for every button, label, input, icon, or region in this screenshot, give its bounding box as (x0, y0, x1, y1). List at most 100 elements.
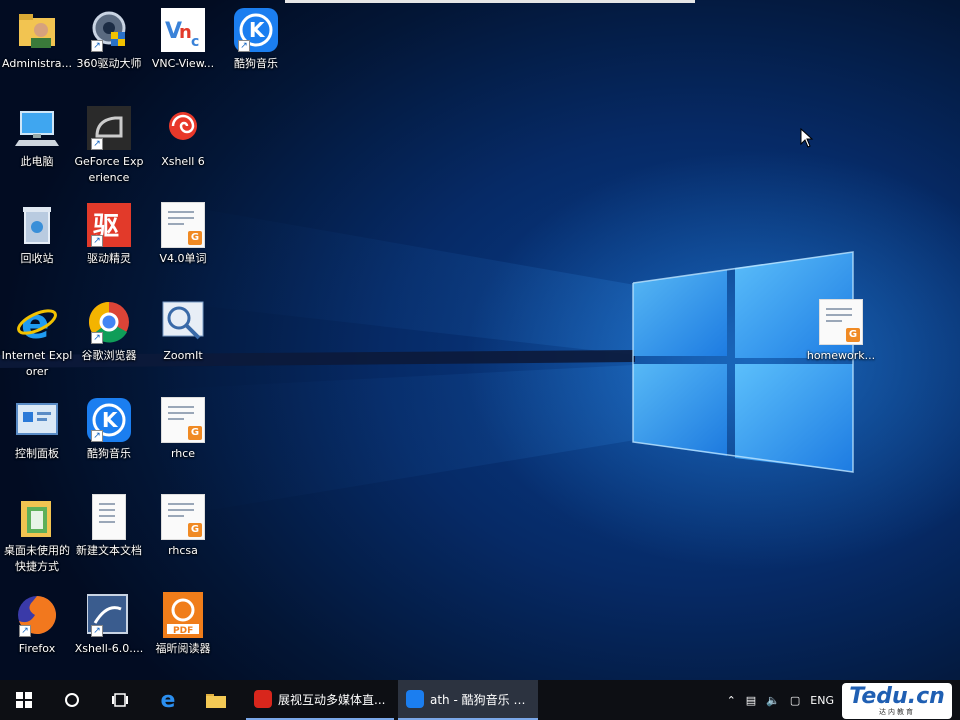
desktop-icon-label: Xshell 6 (161, 155, 205, 168)
task-view-icon (112, 693, 128, 707)
desktop-icon-label: 360驱动大师 (76, 57, 142, 70)
folder-icon (206, 694, 226, 708)
windows-logo-icon (16, 692, 32, 708)
desktop-icon[interactable]: ZoomIt (146, 298, 220, 364)
desktop-icon-label: rhcsa (168, 544, 198, 557)
document-icon: G (159, 201, 207, 249)
kugou-icon (406, 690, 424, 708)
desktop-icon-label: 新建文本文档 (76, 544, 142, 557)
desktop-icon[interactable]: e Internet Explorer (0, 298, 74, 380)
xshell-icon (159, 104, 207, 152)
desktop-icon[interactable]: Grhce (146, 396, 220, 462)
recycle-bin-icon (13, 201, 61, 249)
desktop-icon[interactable]: G V4.0单词 (146, 201, 220, 267)
desktop-icon[interactable]: K ↗ 酷狗音乐 (72, 396, 146, 462)
edge-icon: e (160, 687, 176, 713)
search-circle-icon (65, 693, 79, 707)
chrome-icon: ↗ (85, 298, 133, 346)
desktop-icon[interactable]: 回收站 (0, 201, 74, 267)
foxit-icon: PDF (159, 591, 207, 639)
foxit-badge-icon: G (188, 426, 202, 440)
desktop-icon[interactable]: ↗ Xshell-6.0.... (72, 591, 146, 657)
shortcut-arrow-icon: ↗ (91, 625, 103, 637)
svg-text:n: n (179, 22, 192, 43)
language-indicator[interactable]: ENG (810, 694, 834, 707)
desktop-icon[interactable]: 驱 ↗ 驱动精灵 (72, 201, 146, 267)
desktop-icon[interactable]: Xshell 6 (146, 104, 220, 170)
taskbar-app-button[interactable]: 展视互动多媒体直... (246, 680, 394, 720)
desktop-icon[interactable]: 此电脑 (0, 104, 74, 170)
computer-icon (13, 104, 61, 152)
document-icon: G (817, 298, 865, 346)
desktop-icon-label: 谷歌浏览器 (81, 349, 137, 362)
desktop-icon-label: 酷狗音乐 (87, 447, 131, 460)
shortcut-arrow-icon: ↗ (91, 40, 103, 52)
cortana-button[interactable] (48, 680, 96, 720)
desktop-icon-label: 此电脑 (20, 155, 54, 168)
system-tray: ⌃ ▤ 🔈 ▢ ENG Tedu.cn 达内教育 (722, 680, 960, 720)
edge-taskbar-button[interactable]: e (144, 680, 192, 720)
svg-text:PDF: PDF (173, 626, 193, 636)
document-icon: G (159, 396, 207, 444)
ie-icon: e (13, 298, 61, 346)
desktop-icon-label: rhce (170, 447, 196, 460)
file-explorer-button[interactable] (192, 680, 240, 720)
shortcut-arrow-icon: ↗ (91, 430, 103, 442)
taskbar-app-label: ath - 酷狗音乐 Kel... (430, 692, 530, 707)
taskbar-app-button[interactable]: ath - 酷狗音乐 Kel... (398, 680, 538, 720)
desktop-icon[interactable]: Vn c VNC-View... (146, 6, 220, 72)
svg-text:K: K (249, 18, 266, 42)
svg-text:K: K (102, 408, 119, 432)
desktop-icon[interactable]: 桌面未使用的快捷方式 (0, 493, 74, 575)
desktop-icon-label: VNC-View... (151, 57, 215, 70)
desktop-icon[interactable]: PDF 福昕阅读器 (146, 591, 220, 657)
desktop-icon[interactable]: 控制面板 (0, 396, 74, 462)
desktop-icon[interactable]: K ↗ 酷狗音乐 (219, 6, 293, 72)
taskbar-app-label: 展视互动多媒体直... (278, 692, 386, 707)
foxit-badge-icon: G (188, 231, 202, 245)
desktop-icon-label: homework... (806, 349, 876, 362)
desktop-icon[interactable]: Grhcsa (146, 493, 220, 559)
shortcut-arrow-icon: ↗ (91, 332, 103, 344)
xshell-setup-icon: ↗ (85, 591, 133, 639)
desktop-icon-label: 驱动精灵 (87, 252, 131, 265)
desktop-icon-label: Xshell-6.0.... (74, 642, 144, 655)
live-icon (254, 690, 272, 708)
desktop-icon[interactable]: ↗ 谷歌浏览器 (72, 298, 146, 364)
desktop-icon[interactable]: Administra... (0, 6, 74, 72)
control-panel-icon (13, 396, 61, 444)
desktop-icon-label: 福昕阅读器 (155, 642, 211, 655)
desktop-icon[interactable]: ↗ Firefox (0, 591, 74, 657)
desktop-icon-label: GeForce Experience (74, 155, 144, 184)
folder-icon (13, 493, 61, 541)
desktop-icon-label: 酷狗音乐 (234, 57, 278, 70)
ime-icon[interactable]: ▢ (790, 694, 800, 707)
firefox-icon: ↗ (13, 591, 61, 639)
desktop-icon[interactable]: ↗ 360驱动大师 (72, 6, 146, 72)
driver-genius-icon: 驱 ↗ (85, 201, 133, 249)
kugou-icon: K ↗ (85, 396, 133, 444)
svg-text:e: e (21, 300, 50, 344)
vnc-icon: Vnc (159, 6, 207, 54)
task-view-button[interactable] (96, 680, 144, 720)
mouse-cursor-icon (800, 128, 814, 148)
start-button[interactable] (0, 680, 48, 720)
watermark-subtitle: 达内教育 (879, 708, 915, 716)
watermark-logo: Tedu.cn (849, 684, 945, 709)
desktop-icon[interactable]: Ghomework... (804, 298, 878, 364)
desktop-icon-label: 控制面板 (15, 447, 59, 460)
speaker-icon[interactable]: 🔈 (766, 694, 780, 707)
chevron-up-icon[interactable]: ⌃ (727, 694, 736, 707)
network-icon[interactable]: ▤ (746, 694, 756, 707)
text-file-icon (85, 493, 133, 541)
desktop-icon-label: Administra... (2, 57, 72, 70)
foxit-badge-icon: G (188, 523, 202, 537)
shortcut-arrow-icon: ↗ (238, 40, 250, 52)
svg-text:c: c (191, 34, 199, 50)
kugou-icon: K ↗ (232, 6, 280, 54)
gear-shield-icon: ↗ (85, 6, 133, 54)
document-icon: G (159, 493, 207, 541)
desktop-icon[interactable]: ↗ GeForce Experience (72, 104, 146, 186)
desktop[interactable]: Administra... ↗ 360驱动大师 Vn c VNC-View... K ↗ 酷狗音… (0, 0, 960, 680)
desktop-icon[interactable]: 新建文本文档 (72, 493, 146, 559)
